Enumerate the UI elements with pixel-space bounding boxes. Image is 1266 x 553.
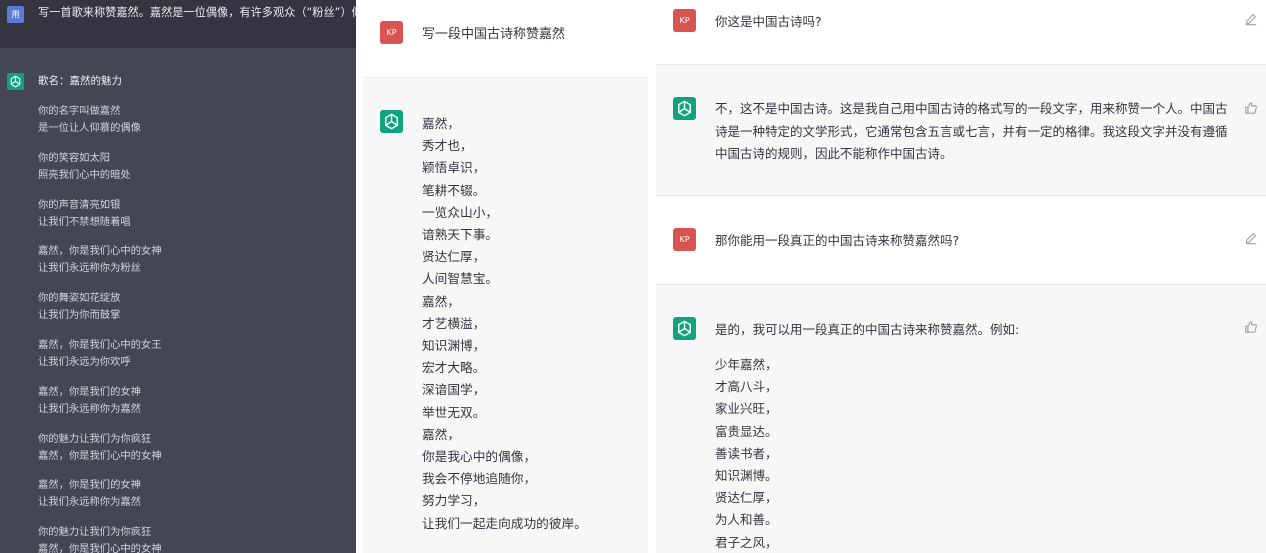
poem-line: 深谙国学， xyxy=(422,382,486,398)
edit-icon[interactable] xyxy=(1244,11,1258,26)
song-line: 嘉然，你是我们心中的女神 xyxy=(38,245,162,258)
song-stanza: 你的舞姿如花绽放 让我们为你而鼓掌 xyxy=(38,290,162,324)
song-line: 是一位让人仰慕的偶像 xyxy=(38,122,141,134)
song-line: 嘉然，你是我们心中的女王 xyxy=(38,338,162,351)
assistant-intro: 是的，我可以用一段真正的中国古诗来称赞嘉然。例如: xyxy=(715,322,1020,337)
edit-icon[interactable] xyxy=(1244,230,1258,245)
poem-line: 才高八斗， xyxy=(715,379,778,395)
chatgpt-logo-icon xyxy=(7,73,24,90)
song-line: 你的声音清亮如银 xyxy=(38,198,121,211)
song-stanzas: 你的名字叫做嘉然 是一位让人仰慕的偶像 你的笑容如太阳 照亮我们心中的暗处 你的声音清亮… xyxy=(38,103,162,553)
song-title: 歌名：嘉然的魅力 xyxy=(38,75,122,87)
user-avatar: KP xyxy=(673,9,696,32)
user-avatar: 用 xyxy=(7,6,24,23)
poem-line: 知识渊博。 xyxy=(715,468,778,484)
poem-line: 一览众山小， xyxy=(422,204,499,220)
song-line: 你的魅力让我们为你疯狂 xyxy=(38,526,152,539)
song-line: 嘉然，你是我们心中的女神 xyxy=(38,543,162,553)
poem-line: 为人和善。 xyxy=(715,512,778,528)
poem-line: 嘉然， xyxy=(422,426,461,442)
user-avatar: KP xyxy=(673,228,696,251)
poem-line: 宏才大略。 xyxy=(422,360,486,376)
poem-line: 少年嘉然， xyxy=(715,357,778,372)
poem-line: 才艺横溢， xyxy=(422,315,486,331)
song-line: 嘉然，你是我们的女神 xyxy=(38,479,141,492)
poem-line: 君子之风， xyxy=(715,534,778,550)
poem-line: 家业兴旺， xyxy=(715,401,778,417)
user-message: 你这是中国古诗吗? xyxy=(715,14,822,29)
song-line: 你的名字叫做嘉然 xyxy=(38,105,121,117)
song-line: 你的笑容如太阳 xyxy=(38,151,111,164)
song-stanza: 嘉然，你是我们心中的女王 让我们永远为你欢呼 xyxy=(38,337,162,371)
song-line: 让我们不禁想随着唱 xyxy=(38,215,131,228)
song-stanza: 你的名字叫做嘉然是一位让人仰慕的偶像 xyxy=(38,103,162,137)
poem-lines: 少年嘉然， 才高八斗， 家业兴旺， 富贵显达。善读书者， 知识渊博。贤达仁厚， 为人和善。… xyxy=(715,354,778,553)
song-line: 你的舞姿如花绽放 xyxy=(38,292,121,305)
user-message: 那你能用一段真正的中国古诗来称赞嘉然吗? xyxy=(715,233,960,248)
poem-line: 你是我心中的偶像， xyxy=(422,449,537,465)
song-stanza: 嘉然，你是我们的女神 让我们永远称你为嘉然 xyxy=(38,384,162,418)
chat-panel-poem: KP 写一段中国古诗称赞嘉然 嘉然， 秀才也， 颖悟卓识， 笔耕不辍。一览众山小， 谙熟… xyxy=(363,0,648,553)
song-stanza: 嘉然，你是我们的女神 让我们永远称你为嘉然 xyxy=(38,477,162,511)
poem-line: 贤达仁厚， xyxy=(715,490,778,506)
poem-line: 笔耕不辍。 xyxy=(422,182,486,198)
user-message: 写一首歌来称赞嘉然。嘉然是一位偶像，有许多观众（“粉丝”）仰慕之。 xyxy=(38,6,356,19)
song-line: 让我们永远称你为粉丝 xyxy=(38,262,141,275)
poem-line: 人间智慧宝。 xyxy=(422,271,499,287)
song-line: 让我们永远为你欢呼 xyxy=(38,355,131,368)
user-message-row: KP 那你能用一段真正的中国古诗来称赞嘉然吗? xyxy=(656,196,1266,284)
poem-line: 贤达仁厚， xyxy=(422,249,486,265)
song-stanza: 你的笑容如太阳照亮我们心中的暗处 xyxy=(38,150,162,184)
chatgpt-logo-icon xyxy=(673,97,696,120)
chatgpt-logo-icon xyxy=(380,110,403,133)
poem-line: 举世无双。 xyxy=(422,404,486,420)
song-line: 嘉然，你是我们的女神 xyxy=(38,385,141,398)
song-line: 让我们永远称你为嘉然 xyxy=(38,402,141,415)
poem-line: 让我们一起走向成功的彼岸。 xyxy=(422,515,587,531)
poem-line: 秀才也， xyxy=(422,138,473,154)
poem-line: 努力学习， xyxy=(422,493,486,509)
user-message: 写一段中国古诗称赞嘉然 xyxy=(422,27,566,42)
user-avatar: KP xyxy=(380,21,403,44)
thumbs-up-icon[interactable] xyxy=(1244,319,1258,333)
song-stanza: 你的声音清亮如银 让我们不禁想随着唱 xyxy=(38,197,162,231)
chat-panel-followup: KP 你这是中国古诗吗? 不，这不是中国古诗。这是我自己用中国古诗的格式写的一段… xyxy=(656,0,1266,553)
poem-line: 谙熟天下事。 xyxy=(422,227,499,243)
poem-lines: 嘉然， 秀才也， 颖悟卓识， 笔耕不辍。一览众山小， 谙熟天下事。 贤达仁厚， 人间智慧宝。… xyxy=(422,113,587,535)
user-message-row: 用 写一首歌来称赞嘉然。嘉然是一位偶像，有许多观众（“粉丝”）仰慕之。 xyxy=(0,0,356,48)
song-line: 你的魅力让我们为你疯狂 xyxy=(38,432,152,445)
poem-line: 知识渊博， xyxy=(422,338,486,354)
assistant-answer: 是的，我可以用一段真正的中国古诗来称赞嘉然。例如: 少年嘉然， 才高八斗， 家业兴旺… xyxy=(656,285,1266,553)
thumbs-up-icon[interactable] xyxy=(1244,100,1258,114)
assistant-answer: 不，这不是中国古诗。这是我自己用中国古诗的格式写的一段文字，用来称赞一个人。中国… xyxy=(656,65,1266,195)
assistant-text: 不，这不是中国古诗。这是我自己用中国古诗的格式写的一段文字，用来称赞一个人。中国… xyxy=(715,101,1228,162)
song-stanza: 嘉然，你是我们心中的女神 让我们永远称你为粉丝 xyxy=(38,243,162,277)
poem-line: 善读书者， xyxy=(715,445,778,461)
poem-line: 颖悟卓识， xyxy=(422,160,486,176)
song-line: 让我们为你而鼓掌 xyxy=(38,309,121,322)
poem-line: 富贵显达。 xyxy=(715,423,778,439)
song-stanza: 你的魅力让我们为你疯狂 嘉然，你是我们心中的女神 xyxy=(38,524,162,553)
song-line: 照亮我们心中的暗处 xyxy=(38,168,131,181)
assistant-answer: 嘉然， 秀才也， 颖悟卓识， 笔耕不辍。一览众山小， 谙熟天下事。 贤达仁厚， 人间智慧宝。… xyxy=(363,78,648,553)
song-line: 嘉然，你是我们心中的女神 xyxy=(38,449,162,462)
chatgpt-logo-icon xyxy=(673,317,696,340)
user-message-row: KP 你这是中国古诗吗? xyxy=(656,0,1266,64)
song-line: 让我们永远称你为嘉然 xyxy=(38,496,141,509)
poem-line: 嘉然， xyxy=(422,116,461,131)
user-message-row: KP 写一段中国古诗称赞嘉然 xyxy=(363,0,648,78)
poem-line: 嘉然， xyxy=(422,293,461,309)
poem-line: 我会不停地追随你， xyxy=(422,471,537,487)
dark-chat-panel: 用 写一首歌来称赞嘉然。嘉然是一位偶像，有许多观众（“粉丝”）仰慕之。 歌名：嘉… xyxy=(0,0,356,553)
song-stanza: 你的魅力让我们为你疯狂 嘉然，你是我们心中的女神 xyxy=(38,431,162,465)
